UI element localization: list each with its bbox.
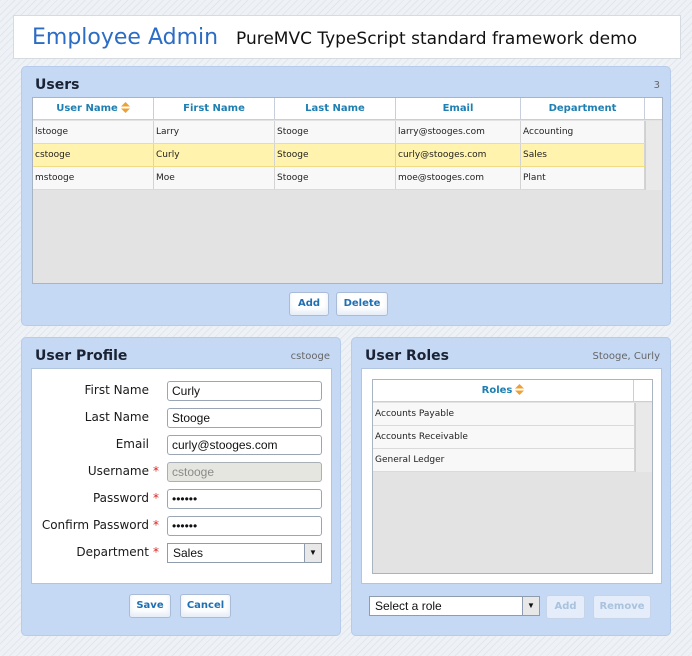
cell-email: moe@stooges.com	[396, 167, 521, 189]
user-roles-title: User Roles	[365, 348, 449, 364]
users-grid[interactable]: User Name First Name Last Name Email Dep…	[32, 97, 663, 284]
column-header-firstname[interactable]: First Name	[154, 98, 275, 120]
email-label: Email	[115, 437, 149, 451]
sort-arrows-icon	[515, 384, 525, 395]
cell-firstname: Larry	[154, 121, 275, 143]
role-select[interactable]: Select a role ▼	[369, 596, 540, 616]
users-panel: Users 3 User Name First Name Last Name E…	[21, 66, 671, 326]
required-indicator: *	[153, 464, 159, 478]
column-header-username-label: User Name	[56, 103, 118, 114]
cell-lastname: Stooge	[275, 144, 396, 166]
confirm-password-label: Confirm Password	[41, 518, 149, 532]
column-header-roles-label: Roles	[481, 385, 513, 396]
remove-role-button[interactable]: Remove	[593, 595, 651, 619]
cell-email: larry@stooges.com	[396, 121, 521, 143]
add-role-button[interactable]: Add	[546, 595, 585, 619]
user-profile-title: User Profile	[35, 348, 128, 364]
last-name-label: Last Name	[84, 410, 149, 424]
roles-container: Roles Accounts Payable Accounts Receivab…	[361, 368, 662, 584]
last-name-field[interactable]: Stooge	[167, 408, 322, 428]
required-indicator: *	[153, 545, 159, 559]
app-subtitle: PureMVC TypeScript standard framework de…	[236, 29, 638, 49]
table-row[interactable]: mstooge Moe Stooge moe@stooges.com Plant	[33, 167, 645, 190]
cell-username: lstooge	[33, 121, 154, 143]
cell-firstname: Moe	[154, 167, 275, 189]
cell-department: Accounting	[521, 121, 645, 143]
sort-arrows-icon	[120, 102, 130, 113]
cell-department: Plant	[521, 167, 645, 189]
table-row[interactable]: lstooge Larry Stooge larry@stooges.com A…	[33, 121, 645, 144]
column-header-roles[interactable]: Roles	[373, 380, 634, 402]
roles-grid[interactable]: Roles Accounts Payable Accounts Receivab…	[372, 379, 653, 574]
username-field: cstooge	[167, 462, 322, 482]
cell-email: curly@stooges.com	[396, 144, 521, 166]
required-indicator: *	[153, 491, 159, 505]
delete-user-button[interactable]: Delete	[336, 292, 388, 316]
user-roles-panel: User Roles Stooge, Curly Roles Accounts …	[351, 337, 671, 636]
app-header: Employee Admin PureMVC TypeScript standa…	[13, 15, 681, 59]
department-label: Department	[76, 545, 149, 559]
department-select-value: Sales	[173, 546, 204, 560]
column-header-department[interactable]: Department	[521, 98, 645, 120]
role-select-value: Select a role	[375, 599, 442, 613]
cell-username: mstooge	[33, 167, 154, 189]
user-roles-status: Stooge, Curly	[592, 351, 661, 362]
add-user-button[interactable]: Add	[289, 292, 329, 316]
username-label: Username	[87, 464, 149, 478]
users-count: 3	[653, 80, 660, 91]
roles-grid-header: Roles	[373, 380, 652, 402]
email-field[interactable]: curly@stooges.com	[167, 435, 322, 455]
cell-department: Sales	[521, 144, 645, 166]
column-header-lastname[interactable]: Last Name	[275, 98, 396, 120]
user-profile-status: cstooge	[290, 351, 330, 362]
user-profile-form: First Name Curly Last Name Stooge Email …	[31, 368, 332, 584]
confirm-password-field[interactable]: ••••••	[167, 516, 322, 536]
user-profile-panel: User Profile cstooge First Name Curly La…	[21, 337, 341, 636]
list-item[interactable]: Accounts Payable	[373, 403, 635, 426]
cell-lastname: Stooge	[275, 167, 396, 189]
users-grid-header: User Name First Name Last Name Email Dep…	[33, 98, 662, 120]
chevron-down-icon[interactable]: ▼	[304, 544, 321, 562]
app-title: Employee Admin	[32, 25, 219, 50]
password-field[interactable]: ••••••	[167, 489, 322, 509]
list-item[interactable]: Accounts Receivable	[373, 426, 635, 449]
cancel-button[interactable]: Cancel	[180, 594, 231, 618]
column-header-email[interactable]: Email	[396, 98, 521, 120]
first-name-label: First Name	[84, 383, 149, 397]
users-panel-title: Users	[35, 77, 80, 93]
cell-username: cstooge	[33, 144, 154, 166]
users-grid-scrollbar[interactable]	[645, 121, 662, 190]
cell-firstname: Curly	[154, 144, 275, 166]
save-button[interactable]: Save	[129, 594, 171, 618]
first-name-field[interactable]: Curly	[167, 381, 322, 401]
chevron-down-icon[interactable]: ▼	[522, 597, 539, 615]
cell-lastname: Stooge	[275, 121, 396, 143]
roles-grid-scrollbar[interactable]	[635, 403, 652, 472]
column-header-username[interactable]: User Name	[33, 98, 154, 120]
table-row-selected[interactable]: cstooge Curly Stooge curly@stooges.com S…	[33, 144, 645, 167]
required-indicator: *	[153, 518, 159, 532]
password-label: Password	[92, 491, 149, 505]
department-select[interactable]: Sales ▼	[167, 543, 322, 563]
list-item[interactable]: General Ledger	[373, 449, 635, 472]
